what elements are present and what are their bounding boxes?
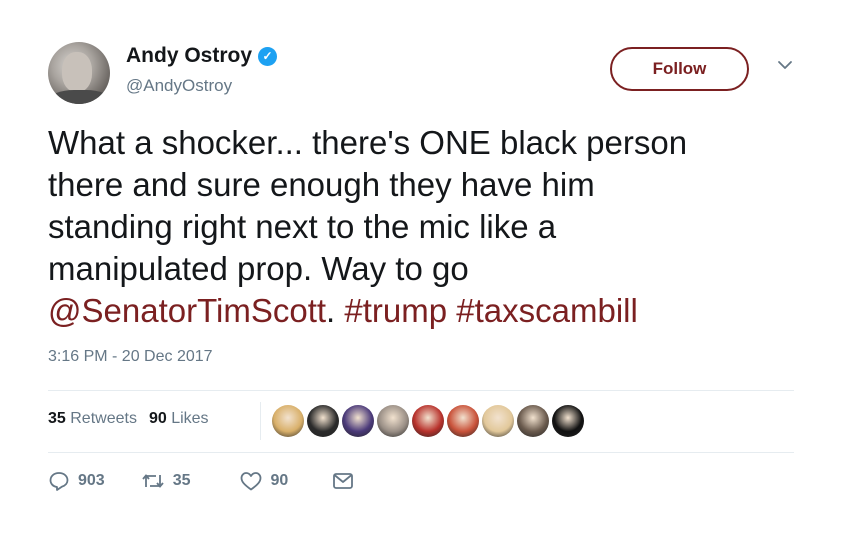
liker-avatars: [272, 405, 584, 437]
divider: [48, 452, 794, 453]
hashtag-link[interactable]: #taxscambill: [456, 292, 638, 329]
verified-badge-icon: ✓: [258, 46, 278, 66]
liker-avatar[interactable]: [377, 405, 409, 437]
likes-stat[interactable]: 90 Likes: [149, 410, 209, 428]
reply-icon: [49, 472, 69, 491]
likes-count: 90: [148, 410, 167, 427]
direct-message-button[interactable]: [332, 472, 354, 490]
retweets-stat[interactable]: 35 Retweets: [48, 410, 137, 428]
engagement-stats: 35 Retweets 90 Likes: [48, 410, 209, 428]
tweet-line: there and sure enough they have him: [48, 166, 595, 203]
like-button[interactable]: 90: [239, 470, 289, 492]
tweet-line: What a shocker... there's ONE black pers…: [48, 124, 688, 161]
divider: [48, 390, 794, 391]
avatar[interactable]: [48, 42, 110, 104]
mention-link[interactable]: @SenatorTimScott: [48, 292, 326, 329]
hashtag-link[interactable]: #trump: [344, 292, 447, 329]
timestamp[interactable]: 3:16 PM - 20 Dec 2017: [48, 348, 213, 366]
user-name-row[interactable]: Andy Ostroy ✓: [126, 44, 278, 68]
like-count: 90: [270, 472, 289, 489]
liker-avatar[interactable]: [342, 405, 374, 437]
reply-button[interactable]: 903: [48, 470, 105, 492]
user-name[interactable]: Andy Ostroy: [126, 44, 252, 68]
reply-count: 903: [78, 472, 105, 489]
tweet-text: What a shocker... there's ONE black pers…: [48, 122, 808, 332]
liker-avatar[interactable]: [307, 405, 339, 437]
liker-avatar[interactable]: [272, 405, 304, 437]
action-bar: 903 35 90: [48, 470, 354, 492]
liker-avatar[interactable]: [447, 405, 479, 437]
liker-avatar[interactable]: [517, 405, 549, 437]
tweet-line: standing right next to the mic like a: [48, 208, 557, 245]
stats-separator: [260, 402, 261, 440]
liker-avatar[interactable]: [552, 405, 584, 437]
retweet-count: 35: [172, 472, 191, 489]
liker-avatar[interactable]: [482, 405, 514, 437]
tweet-line: manipulated prop. Way to go: [48, 250, 469, 287]
tweet-period: .: [326, 292, 336, 329]
envelope-icon: [333, 473, 354, 489]
follow-button[interactable]: Follow: [610, 47, 749, 91]
retweet-icon: [142, 474, 164, 488]
heart-icon: [240, 472, 261, 491]
likes-label: Likes: [171, 410, 209, 427]
retweets-label: Retweets: [70, 410, 137, 427]
user-handle[interactable]: @AndyOstroy: [126, 76, 232, 96]
chevron-down-icon[interactable]: [776, 58, 794, 72]
retweets-count: 35: [48, 410, 66, 427]
retweet-button[interactable]: 35: [141, 470, 191, 492]
liker-avatar[interactable]: [412, 405, 444, 437]
